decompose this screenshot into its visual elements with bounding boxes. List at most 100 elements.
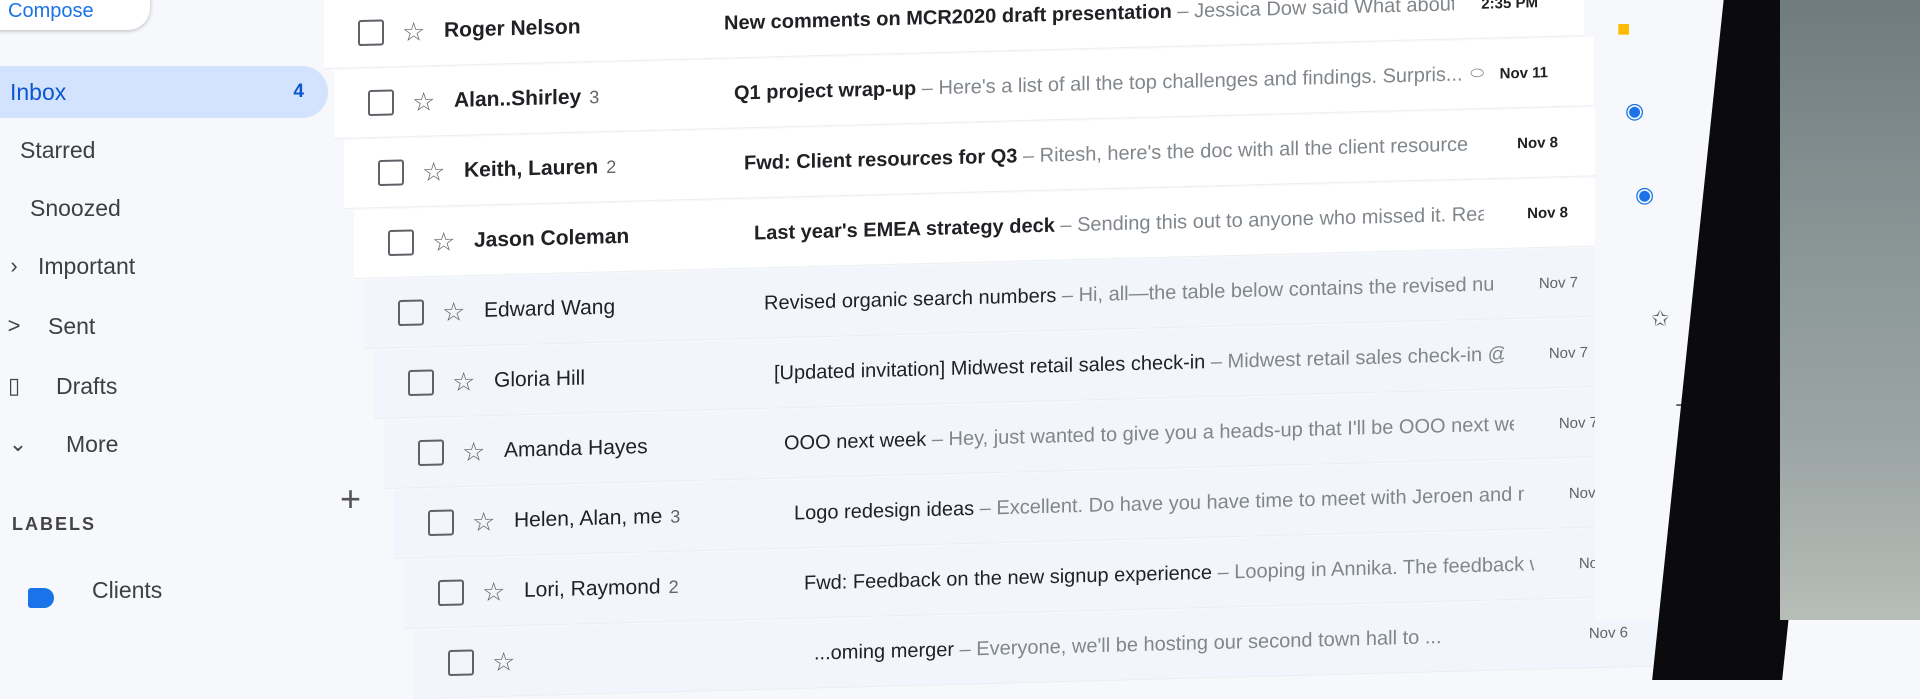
select-checkbox[interactable] bbox=[418, 439, 444, 467]
sender: Helen, Alan, me 3 bbox=[514, 504, 681, 532]
keep-icon[interactable]: ■ bbox=[1617, 16, 1630, 42]
message-preview: Last year's EMEA strategy deck – Sending… bbox=[754, 203, 1484, 245]
left-navigation: Compose Inbox 4 Starred Snoozed › Import… bbox=[0, 0, 330, 620]
snippet: – Hi, all—the table below contains the r… bbox=[1061, 272, 1494, 307]
snippet: – Looping in Annika. The feedback we've.… bbox=[1217, 552, 1534, 584]
tasks-icon[interactable]: ◉ bbox=[1625, 98, 1644, 124]
snippet: – Excellent. Do have you have time to me… bbox=[979, 482, 1524, 520]
select-checkbox[interactable] bbox=[438, 579, 464, 607]
date: Nov 7 bbox=[1558, 413, 1598, 432]
nav-item-more[interactable]: ⌄ More bbox=[4, 418, 119, 470]
select-checkbox[interactable] bbox=[428, 509, 454, 537]
addon-icon[interactable]: ✩ bbox=[1651, 306, 1669, 332]
subject: Q1 project wrap-up bbox=[734, 77, 917, 105]
subject: [Updated invitation] Midwest retail sale… bbox=[774, 350, 1206, 385]
star-icon[interactable]: ☆ bbox=[452, 366, 475, 398]
message-preview: Logo redesign ideas – Excellent. Do have… bbox=[794, 483, 1524, 525]
date: Nov 7 bbox=[1548, 343, 1588, 362]
send-icon: > bbox=[7, 313, 21, 338]
snippet: – Sending this out to anyone who missed … bbox=[1060, 202, 1484, 237]
compose-button[interactable]: Compose bbox=[0, 0, 150, 30]
snippet: – Jessica Dow said What about Eva... bbox=[1177, 0, 1454, 23]
nav-item-label: Sent bbox=[48, 312, 96, 339]
sender: Jason Coleman bbox=[474, 224, 630, 252]
select-checkbox[interactable] bbox=[398, 299, 424, 327]
snippet: – Ritesh, here's the doc with all the cl… bbox=[1022, 133, 1474, 167]
subject: ...oming merger bbox=[814, 638, 955, 665]
star-icon[interactable]: ☆ bbox=[412, 86, 435, 118]
snippet: – Midwest retail sales check-in @ Tu... bbox=[1210, 342, 1504, 373]
nav-item-label: Inbox bbox=[10, 78, 67, 105]
chevron-down-icon: ⌄ bbox=[8, 431, 28, 456]
select-checkbox[interactable] bbox=[368, 89, 394, 117]
message-preview: OOO next week – Hey, just wanted to give… bbox=[784, 413, 1514, 455]
star-icon[interactable]: ☆ bbox=[482, 576, 505, 608]
subject: OOO next week bbox=[784, 428, 927, 455]
date: Nov 6 bbox=[1588, 623, 1628, 642]
star-icon[interactable]: ☆ bbox=[422, 156, 445, 188]
select-checkbox[interactable] bbox=[358, 19, 384, 47]
date: Nov 7 bbox=[1538, 273, 1578, 292]
star-icon[interactable]: ☆ bbox=[472, 506, 495, 538]
subject: Revised organic search numbers bbox=[764, 284, 1057, 315]
draft-icon: ▯ bbox=[7, 373, 21, 398]
subject: New comments on MCR2020 draft presentati… bbox=[724, 0, 1172, 35]
star-icon[interactable]: ☆ bbox=[402, 16, 425, 48]
subject: Last year's EMEA strategy deck bbox=[754, 214, 1055, 245]
date: Nov 8 bbox=[1517, 133, 1558, 152]
sender: Lori, Raymond 2 bbox=[524, 575, 679, 602]
contacts-icon[interactable]: ◉ bbox=[1635, 182, 1654, 208]
nav-item-label: Starred bbox=[20, 136, 96, 163]
nav-item-starred[interactable]: Starred bbox=[20, 124, 95, 176]
subject: Logo redesign ideas bbox=[794, 497, 975, 525]
message-preview: Fwd: Client resources for Q3 – Ritesh, h… bbox=[744, 133, 1474, 175]
mail-list: ☆ Roger Nelson New comments on MCR2020 d… bbox=[324, 0, 1674, 699]
sender: Amanda Hayes bbox=[504, 435, 648, 462]
message-preview: ...oming merger – Everyone, we'll be hos… bbox=[814, 623, 1544, 665]
subject: Fwd: Feedback on the new signup experien… bbox=[804, 561, 1213, 595]
message-preview: [Updated invitation] Midwest retail sale… bbox=[774, 343, 1504, 385]
star-icon[interactable]: ☆ bbox=[462, 436, 485, 468]
nav-item-drafts[interactable]: ▯ Drafts bbox=[0, 360, 117, 412]
select-checkbox[interactable] bbox=[378, 159, 404, 187]
inbox-unread-count: 4 bbox=[293, 81, 304, 102]
star-icon[interactable]: ☆ bbox=[492, 646, 515, 678]
snippet: – Hey, just wanted to give you a heads-u… bbox=[931, 412, 1514, 451]
nav-item-inbox[interactable]: Inbox 4 bbox=[0, 66, 328, 118]
background-scene bbox=[1780, 0, 1920, 620]
date: Nov 8 bbox=[1527, 203, 1568, 222]
sender: Keith, Lauren 2 bbox=[464, 155, 617, 182]
sender bbox=[534, 642, 794, 673]
label-clients[interactable]: Clients bbox=[92, 577, 162, 604]
label-color-icon bbox=[28, 588, 54, 608]
sender: Roger Nelson bbox=[444, 15, 581, 42]
nav-item-label: Drafts bbox=[56, 372, 118, 399]
message-preview: Revised organic search numbers – Hi, all… bbox=[764, 273, 1494, 315]
nav-item-label: Snoozed bbox=[30, 194, 121, 221]
subject: Fwd: Client resources for Q3 bbox=[744, 144, 1018, 175]
sender: Alan..Shirley 3 bbox=[454, 85, 600, 112]
message-preview: Fwd: Feedback on the new signup experien… bbox=[804, 553, 1534, 595]
important-icon: › bbox=[10, 253, 18, 278]
sender: Edward Wang bbox=[484, 295, 616, 322]
labels-heading: LABELS bbox=[12, 514, 96, 534]
select-checkbox[interactable] bbox=[388, 229, 414, 257]
nav-item-snoozed[interactable]: Snoozed bbox=[30, 182, 121, 234]
select-checkbox[interactable] bbox=[448, 649, 474, 677]
date: 2:35 PM bbox=[1481, 0, 1538, 13]
star-icon[interactable]: ☆ bbox=[432, 226, 455, 258]
message-preview: New comments on MCR2020 draft presentati… bbox=[724, 0, 1454, 35]
message-preview: Q1 project wrap-up – Here's a list of al… bbox=[734, 63, 1464, 105]
nav-item-sent[interactable]: > Sent bbox=[0, 300, 96, 352]
snippet: – Here's a list of all the top challenge… bbox=[916, 62, 1463, 100]
attachment-icon: ⬭ bbox=[1470, 64, 1484, 83]
date: Nov 11 bbox=[1499, 63, 1548, 82]
star-icon[interactable]: ☆ bbox=[442, 296, 465, 328]
nav-item-important[interactable]: › Important bbox=[0, 240, 135, 292]
nav-item-label: More bbox=[66, 430, 119, 457]
snippet: – Everyone, we'll be hosting our second … bbox=[954, 625, 1442, 661]
sender: Gloria Hill bbox=[494, 366, 586, 392]
select-checkbox[interactable] bbox=[408, 369, 434, 397]
compose-label: Compose bbox=[8, 0, 94, 22]
nav-item-label: Important bbox=[38, 252, 136, 279]
